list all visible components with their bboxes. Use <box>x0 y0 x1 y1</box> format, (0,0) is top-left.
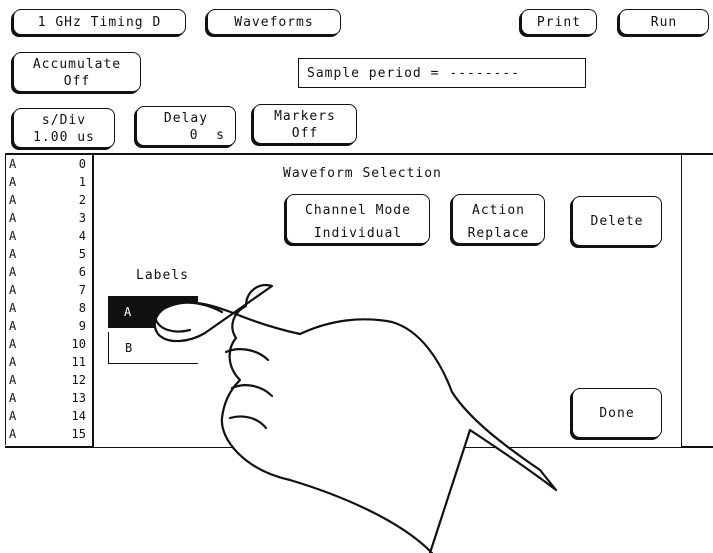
pointing-hand-illustration <box>153 284 558 553</box>
